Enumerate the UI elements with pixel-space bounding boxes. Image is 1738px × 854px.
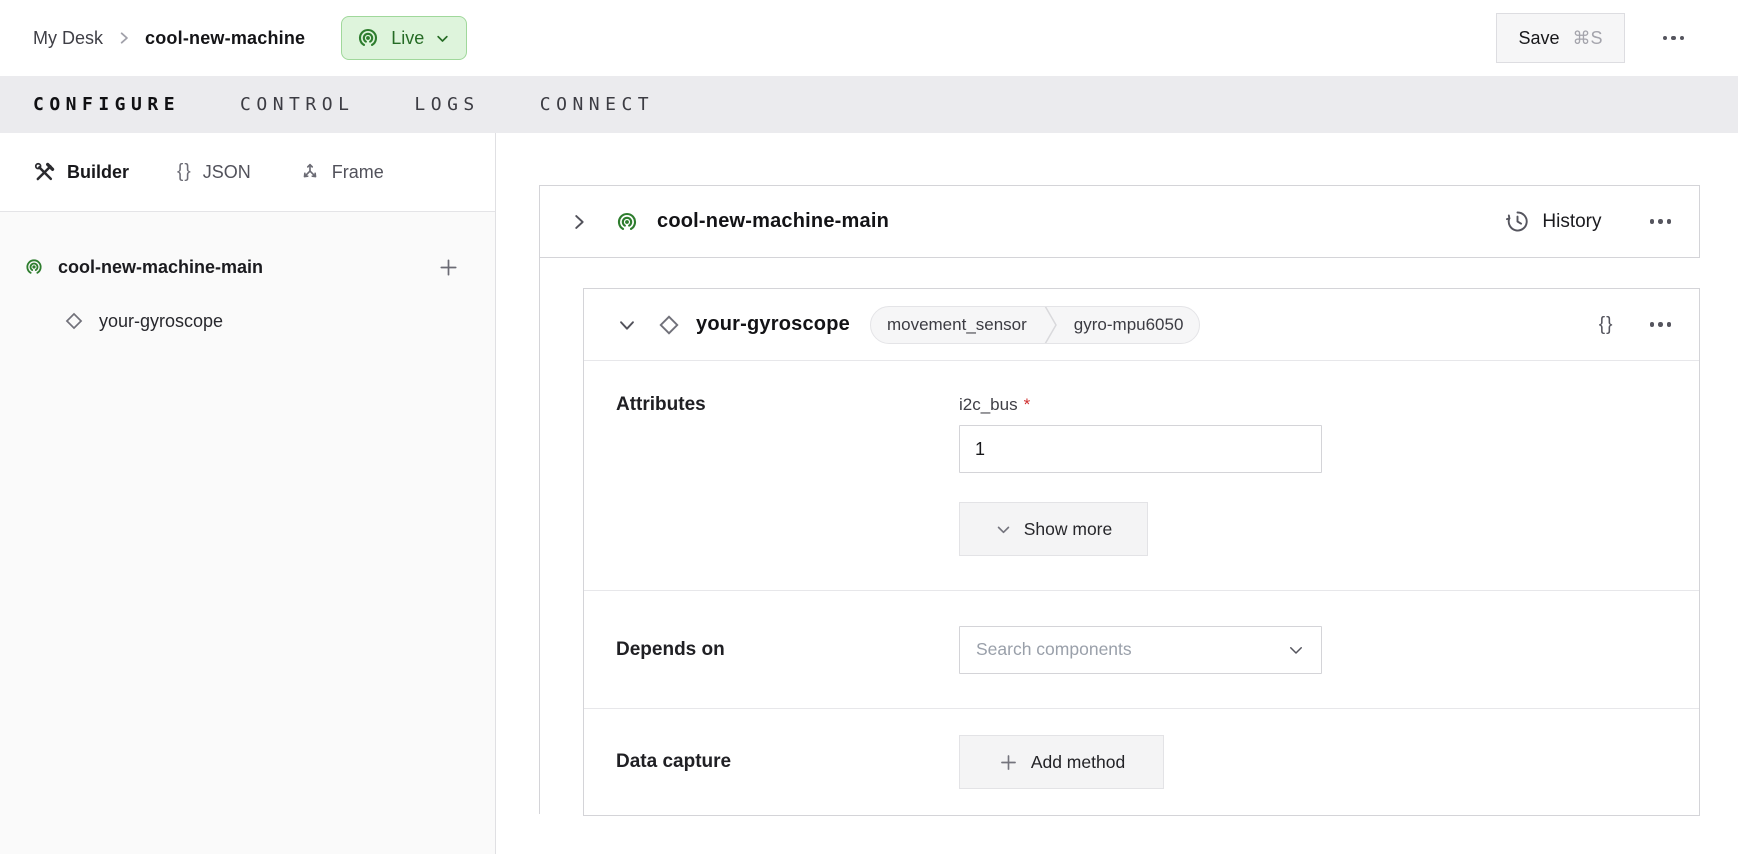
tree-item-machine-part[interactable]: cool-new-machine-main <box>0 240 495 294</box>
braces-icon: {} <box>177 161 192 183</box>
mode-json[interactable]: {} JSON <box>177 161 251 183</box>
history-button[interactable]: History <box>1504 208 1601 235</box>
show-more-button[interactable]: Show more <box>959 502 1148 556</box>
depends-on-section-label: Depends on <box>616 639 959 661</box>
tab-connect[interactable]: CONNECT <box>540 94 654 115</box>
show-more-label: Show more <box>1024 519 1113 540</box>
search-components-input[interactable] <box>976 639 1287 660</box>
required-asterisk: * <box>1024 395 1031 415</box>
machine-part-live-icon <box>615 210 639 234</box>
component-title: your-gyroscope <box>696 313 850 336</box>
collapse-component-chevron-down-icon[interactable] <box>616 314 638 336</box>
resource-tree: cool-new-machine-main your-gyroscope <box>0 212 495 854</box>
history-button-label: History <box>1542 211 1601 233</box>
save-button[interactable]: Save ⌘S <box>1496 13 1624 63</box>
tab-logs[interactable]: LOGS <box>414 94 479 115</box>
component-diamond-icon <box>655 311 683 339</box>
plus-icon <box>998 752 1019 773</box>
tree-item-label: your-gyroscope <box>99 311 223 332</box>
header-overflow-menu-button[interactable] <box>1657 30 1691 47</box>
tag-divider-chevron-icon <box>1043 306 1058 344</box>
depends-on-section: Depends on <box>584 591 1699 709</box>
field-name: i2c_bus <box>959 395 1018 415</box>
expand-part-chevron-right-icon[interactable] <box>568 211 590 233</box>
tab-configure[interactable]: CONFIGURE <box>33 94 180 115</box>
chevron-down-icon <box>435 31 450 46</box>
content-area: Builder {} JSON Frame <box>0 133 1738 854</box>
live-status-dropdown[interactable]: Live <box>341 16 467 60</box>
mode-builder-label: Builder <box>67 162 129 183</box>
frame-axes-icon <box>299 161 321 183</box>
breadcrumb-parent-link[interactable]: My Desk <box>33 28 103 49</box>
tree-item-component[interactable]: your-gyroscope <box>0 294 495 348</box>
mode-json-label: JSON <box>203 162 251 183</box>
app-window: My Desk cool-new-machine Live Save <box>0 0 1738 854</box>
config-main-panel: cool-new-machine-main History <box>496 133 1738 854</box>
breadcrumb: My Desk cool-new-machine <box>33 28 305 49</box>
save-shortcut-hint: ⌘S <box>1572 28 1602 49</box>
component-card-header: your-gyroscope movement_sensor gyro-mpu6… <box>584 289 1699 361</box>
tree-item-label: cool-new-machine-main <box>58 257 263 278</box>
chevron-down-icon <box>1287 641 1305 659</box>
component-type-model-tag: movement_sensor gyro-mpu6050 <box>870 306 1200 344</box>
add-component-button[interactable] <box>437 256 460 279</box>
config-sidebar: Builder {} JSON Frame <box>0 133 496 854</box>
chevron-down-icon <box>995 521 1012 538</box>
part-card-overflow-menu-button[interactable] <box>1644 213 1678 230</box>
machine-part-card: cool-new-machine-main History <box>539 185 1700 258</box>
live-badge-label: Live <box>391 28 424 49</box>
data-capture-section: Data capture Add method <box>584 709 1699 815</box>
add-method-label: Add method <box>1031 752 1125 773</box>
edit-json-braces-icon[interactable]: {} <box>1599 314 1614 336</box>
attributes-section-label: Attributes <box>616 394 959 590</box>
breadcrumb-separator-icon <box>117 31 131 45</box>
machine-part-title: cool-new-machine-main <box>657 210 889 233</box>
machine-live-icon <box>356 26 380 50</box>
top-header: My Desk cool-new-machine Live Save <box>0 0 1738 76</box>
component-model-tag: gyro-mpu6050 <box>1058 315 1200 335</box>
data-capture-section-label: Data capture <box>616 751 959 773</box>
machine-tab-bar: CONFIGURE CONTROL LOGS CONNECT <box>0 76 1738 133</box>
tree-connector-line <box>539 258 540 814</box>
mode-frame-label: Frame <box>332 162 384 183</box>
attributes-section: Attributes i2c_bus * Show more <box>584 361 1699 591</box>
hammer-wrench-icon <box>33 161 56 184</box>
mode-frame[interactable]: Frame <box>299 161 384 183</box>
config-mode-toggle: Builder {} JSON Frame <box>0 133 495 212</box>
history-icon <box>1504 208 1531 235</box>
mode-builder[interactable]: Builder <box>33 161 129 184</box>
component-overflow-menu-button[interactable] <box>1644 316 1678 333</box>
breadcrumb-current-machine-name: cool-new-machine <box>145 28 305 49</box>
attributes-form: i2c_bus * Show more <box>959 394 1322 590</box>
component-type-tag: movement_sensor <box>871 315 1043 335</box>
i2c-bus-input[interactable] <box>959 425 1322 473</box>
machine-part-live-icon <box>24 257 44 277</box>
field-label-i2c-bus: i2c_bus * <box>959 395 1322 415</box>
depends-on-select[interactable] <box>959 626 1322 674</box>
add-method-button[interactable]: Add method <box>959 735 1164 789</box>
component-diamond-icon <box>62 309 86 333</box>
tab-control[interactable]: CONTROL <box>240 94 354 115</box>
save-button-label: Save <box>1518 28 1559 49</box>
header-actions: Save ⌘S <box>1496 13 1690 63</box>
component-card: your-gyroscope movement_sensor gyro-mpu6… <box>583 288 1700 816</box>
